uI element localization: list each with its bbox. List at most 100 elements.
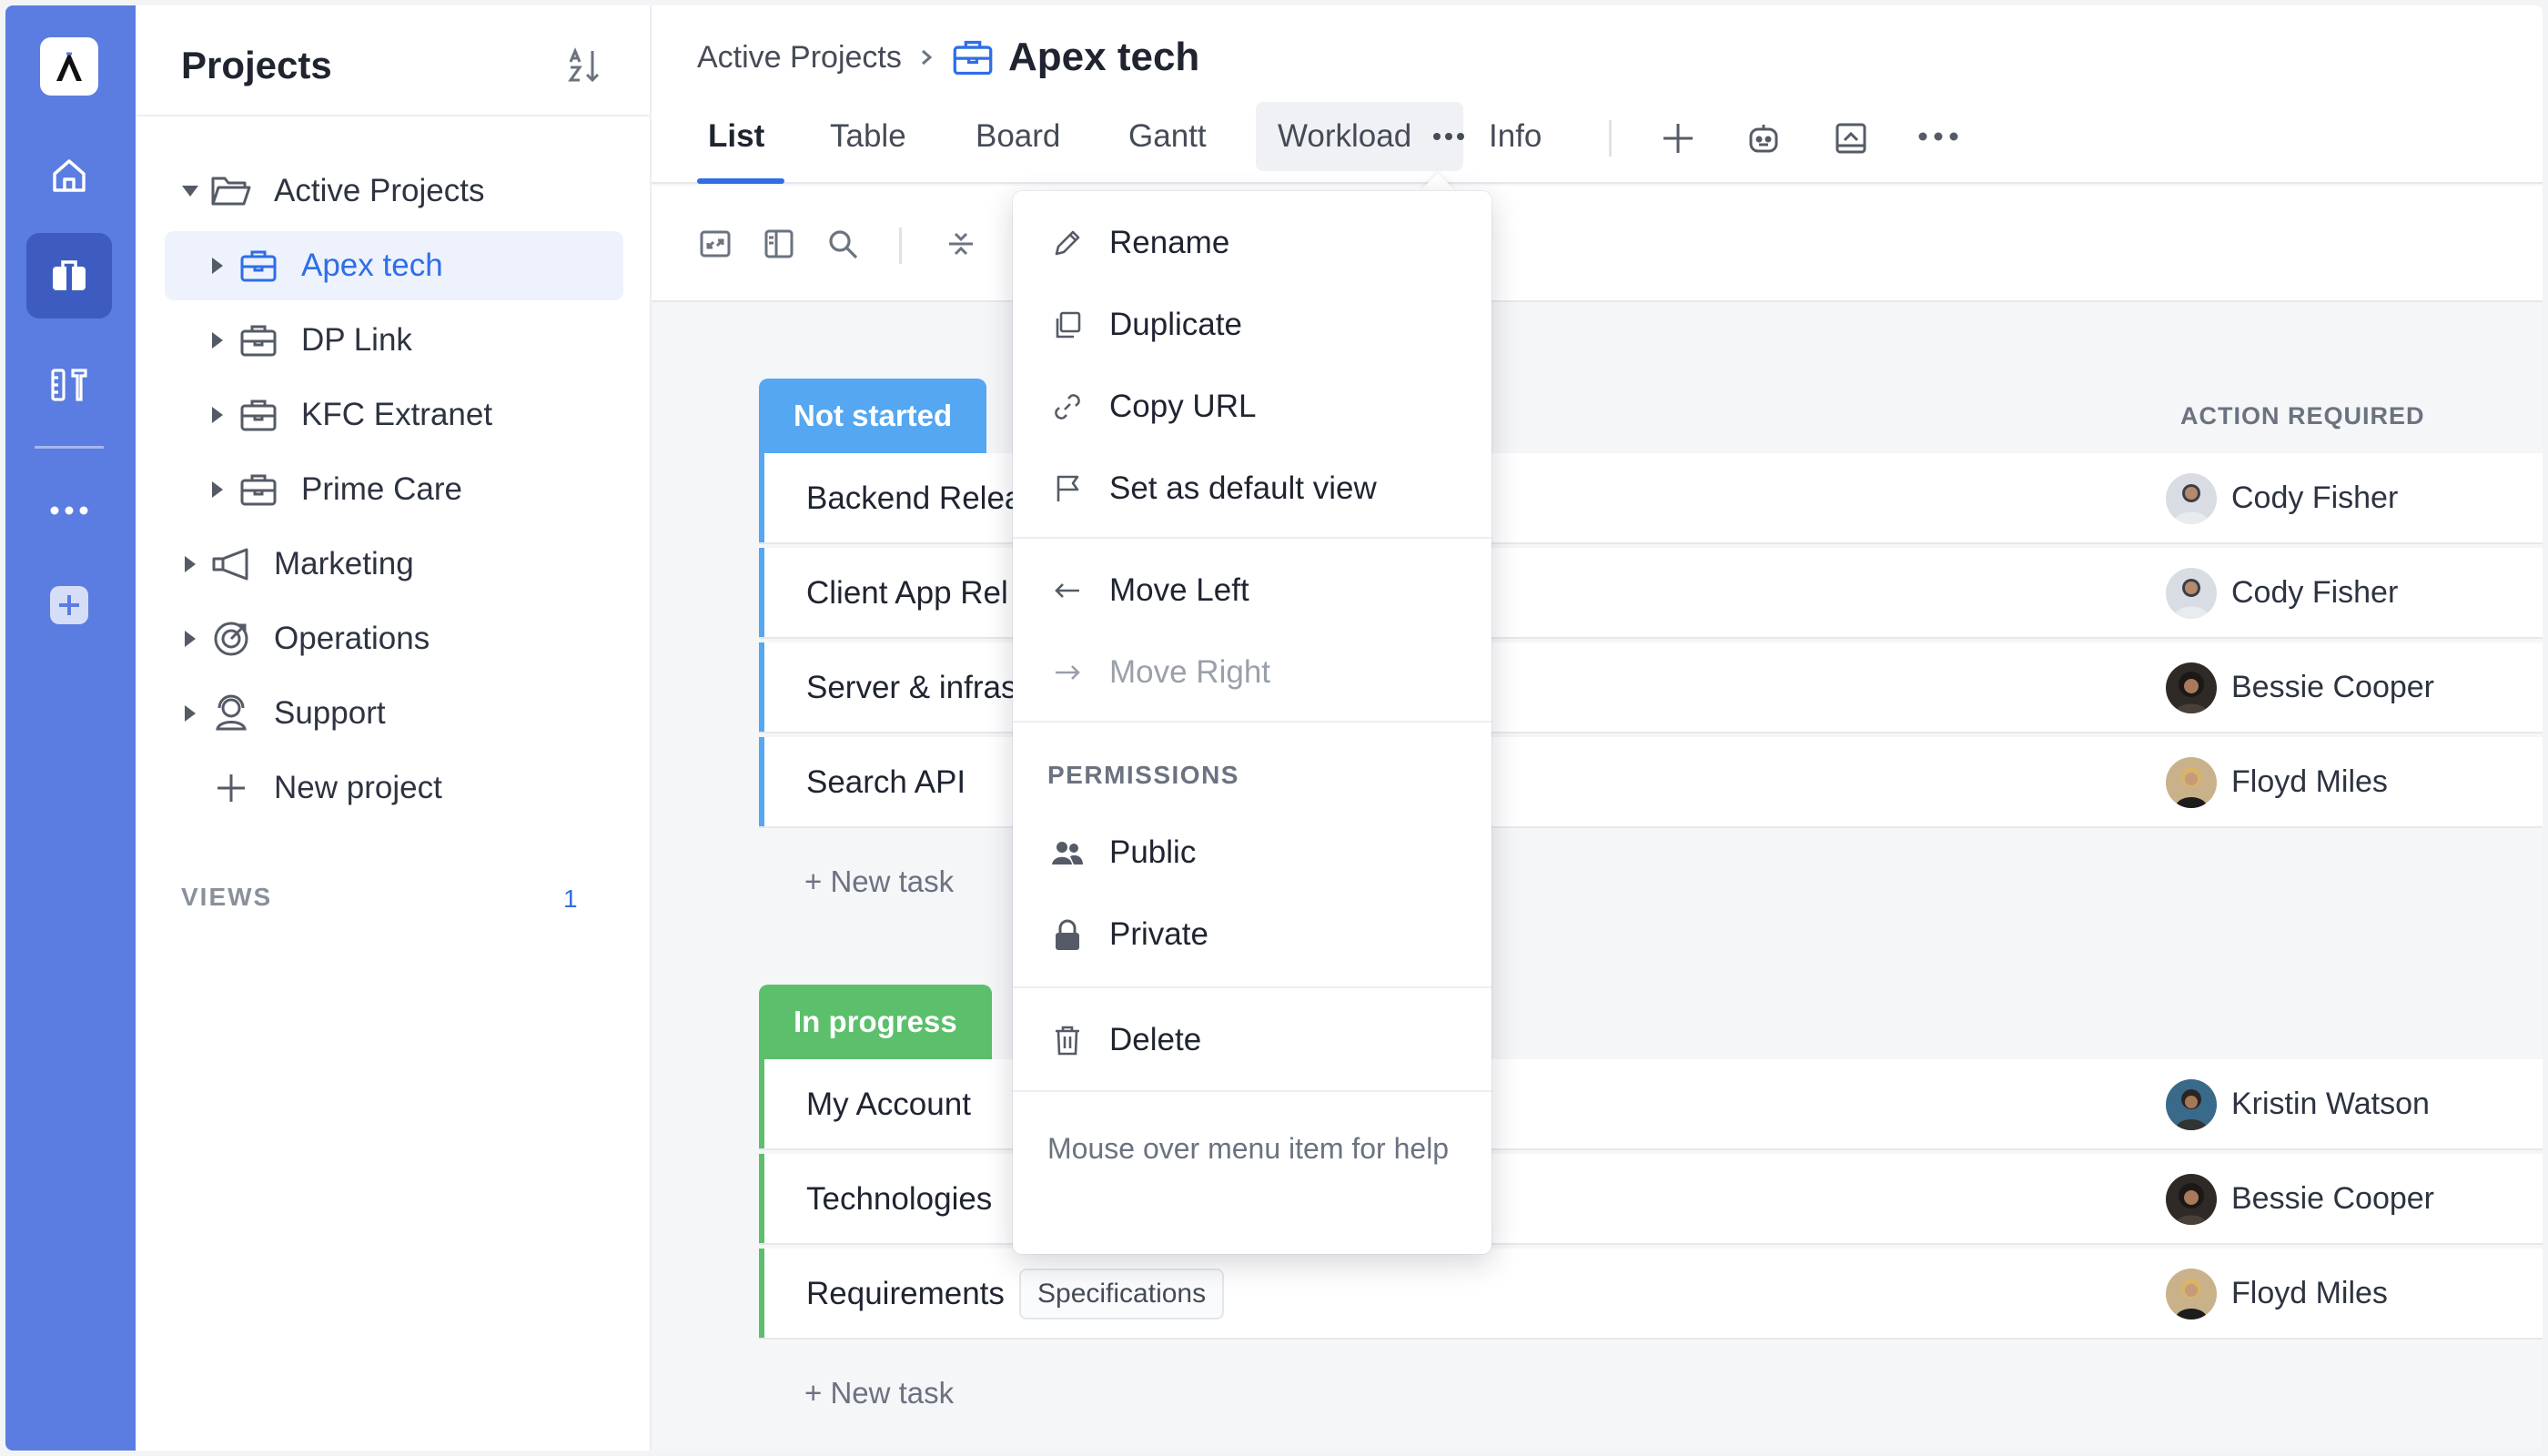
group-label-not-started[interactable]: Not started bbox=[759, 379, 987, 453]
caret-right-icon[interactable] bbox=[179, 553, 201, 575]
row-status-bar bbox=[759, 548, 764, 637]
caret-right-icon[interactable] bbox=[207, 255, 228, 277]
task-name[interactable]: Search API bbox=[806, 764, 966, 801]
task-name[interactable]: Requirements bbox=[806, 1276, 1005, 1312]
menu-item-duplicate[interactable]: Duplicate bbox=[1013, 286, 1491, 364]
menu-item-private[interactable]: Private bbox=[1013, 895, 1491, 974]
menu-item-set-default[interactable]: Set as default view bbox=[1013, 450, 1491, 528]
app-logo-icon[interactable] bbox=[40, 37, 98, 96]
breadcrumb-parent[interactable]: Active Projects bbox=[697, 40, 902, 76]
search-icon[interactable] bbox=[824, 226, 861, 262]
caret-right-icon[interactable] bbox=[207, 404, 228, 426]
tree-item-label: KFC Extranet bbox=[301, 397, 493, 432]
menu-label: Rename bbox=[1109, 225, 1230, 260]
add-icon[interactable] bbox=[26, 562, 112, 648]
menu-label: Private bbox=[1109, 916, 1208, 952]
projects-sidebar: Projects Active Projects Apex tech DP Li… bbox=[136, 5, 652, 1451]
tab-more-icon[interactable] bbox=[1431, 127, 1467, 146]
table-row[interactable]: Requirements Specifications Floyd Miles bbox=[759, 1249, 2543, 1340]
tree-item-operations[interactable]: Operations bbox=[165, 604, 623, 673]
rail-divider bbox=[35, 446, 104, 449]
caret-right-icon[interactable] bbox=[179, 628, 201, 650]
menu-label: Duplicate bbox=[1109, 307, 1242, 342]
briefcase-icon bbox=[238, 469, 279, 511]
more-icon[interactable] bbox=[26, 468, 112, 553]
tree-item-label: Prime Care bbox=[301, 471, 462, 507]
task-name[interactable]: Server & infras bbox=[806, 670, 1016, 706]
new-task-button[interactable]: + New task bbox=[804, 1376, 954, 1410]
briefcase-icon[interactable] bbox=[26, 233, 112, 318]
window-icon[interactable] bbox=[1831, 118, 1871, 158]
avatar bbox=[2166, 757, 2217, 808]
tree-item-apex-tech[interactable]: Apex tech bbox=[165, 231, 623, 300]
assignee-name: Kristin Watson bbox=[2231, 1087, 2430, 1121]
new-project-button[interactable]: New project bbox=[165, 753, 623, 823]
task-name[interactable]: Technologies bbox=[806, 1181, 992, 1218]
view-options-menu: Rename Duplicate Copy URL Set as default… bbox=[1013, 191, 1491, 1254]
tree-item-prime-care[interactable]: Prime Care bbox=[165, 455, 623, 524]
tab-info[interactable]: Info bbox=[1489, 118, 1542, 155]
task-name[interactable]: Backend Relea bbox=[806, 480, 1022, 517]
arrow-right-icon bbox=[1049, 654, 1086, 691]
menu-item-move-left[interactable]: Move Left bbox=[1013, 551, 1491, 630]
task-name[interactable]: Client App Rel bbox=[806, 575, 1008, 612]
group-label-in-progress[interactable]: In progress bbox=[759, 985, 992, 1059]
sort-icon[interactable] bbox=[563, 46, 603, 86]
collapse-icon[interactable] bbox=[943, 226, 979, 262]
avatar bbox=[2166, 1269, 2217, 1320]
tab-board[interactable]: Board bbox=[976, 118, 1060, 155]
users-icon bbox=[1049, 834, 1086, 871]
new-task-button[interactable]: + New task bbox=[804, 864, 954, 899]
tree-item-support[interactable]: Support bbox=[165, 679, 623, 748]
menu-label: Delete bbox=[1109, 1022, 1202, 1057]
app-window: Projects Active Projects Apex tech DP Li… bbox=[5, 5, 2543, 1451]
bot-icon[interactable] bbox=[1744, 118, 1784, 158]
menu-divider bbox=[1013, 1090, 1491, 1092]
caret-right-icon[interactable] bbox=[207, 329, 228, 351]
menu-item-rename[interactable]: Rename bbox=[1013, 204, 1491, 282]
main-content: Active Projects Apex tech List Table Boa… bbox=[652, 5, 2543, 1451]
add-view-icon[interactable] bbox=[1658, 118, 1698, 158]
panel-icon[interactable] bbox=[761, 226, 797, 262]
task-name[interactable]: My Account bbox=[806, 1087, 971, 1123]
duplicate-icon bbox=[1049, 307, 1086, 343]
tab-workload[interactable]: Workload bbox=[1278, 118, 1411, 155]
caret-right-icon[interactable] bbox=[207, 479, 228, 500]
sidebar-divider bbox=[136, 115, 650, 116]
folder-open-icon bbox=[210, 170, 252, 212]
chevron-right-icon bbox=[915, 44, 937, 71]
briefcase-icon bbox=[238, 394, 279, 436]
tree-item-marketing[interactable]: Marketing bbox=[165, 530, 623, 599]
views-heading: VIEWS bbox=[181, 883, 273, 911]
row-status-bar bbox=[759, 642, 764, 732]
task-tag[interactable]: Specifications bbox=[1019, 1269, 1225, 1320]
tools-icon[interactable] bbox=[26, 342, 112, 428]
toolbar-divider bbox=[899, 228, 902, 264]
caret-down-icon[interactable] bbox=[179, 180, 201, 202]
more-icon[interactable] bbox=[1916, 127, 1960, 146]
target-icon bbox=[210, 618, 252, 660]
expand-icon[interactable] bbox=[697, 226, 733, 262]
tree-item-dp-link[interactable]: DP Link bbox=[165, 306, 623, 375]
arrow-left-icon bbox=[1049, 572, 1086, 609]
megaphone-icon bbox=[210, 543, 252, 585]
avatar bbox=[2166, 1174, 2217, 1225]
menu-item-copy-url[interactable]: Copy URL bbox=[1013, 368, 1491, 446]
briefcase-icon bbox=[238, 245, 279, 287]
pencil-icon bbox=[1049, 225, 1086, 261]
tree-item-active-projects[interactable]: Active Projects bbox=[165, 157, 623, 226]
tree-item-label: Apex tech bbox=[301, 248, 443, 283]
menu-item-delete[interactable]: Delete bbox=[1013, 1001, 1491, 1079]
menu-item-public[interactable]: Public bbox=[1013, 814, 1491, 892]
view-toolbar bbox=[652, 186, 2543, 302]
caret-right-icon[interactable] bbox=[179, 703, 201, 724]
tree-item-kfc-extranet[interactable]: KFC Extranet bbox=[165, 380, 623, 450]
active-tab-indicator bbox=[697, 178, 784, 184]
column-header-action-required: ACTION REQUIRED bbox=[2180, 402, 2425, 430]
tab-table[interactable]: Table bbox=[830, 118, 906, 155]
menu-label: Copy URL bbox=[1109, 389, 1257, 424]
tab-gantt[interactable]: Gantt bbox=[1128, 118, 1207, 155]
home-icon[interactable] bbox=[26, 133, 112, 218]
support-icon bbox=[210, 693, 252, 734]
tab-list[interactable]: List bbox=[708, 118, 764, 155]
